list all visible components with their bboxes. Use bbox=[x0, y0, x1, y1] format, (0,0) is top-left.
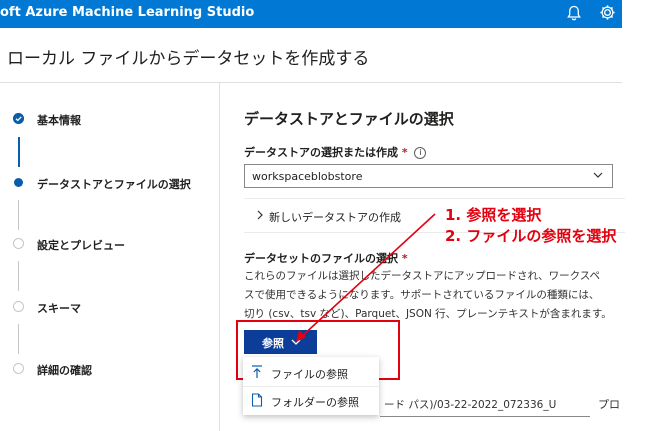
page-title: ローカル ファイルからデータセットを作成する bbox=[7, 49, 370, 69]
pending-step-circle-icon bbox=[13, 301, 24, 312]
chevron-down-icon bbox=[593, 172, 603, 178]
step-label: 設定とプレビュー bbox=[37, 239, 125, 252]
step-connector bbox=[18, 137, 20, 167]
files-label-text: データセットのファイルの選択 bbox=[244, 252, 398, 265]
app-header: oft Azure Machine Learning Studio bbox=[0, 0, 622, 28]
upload-icon bbox=[252, 365, 262, 378]
divider bbox=[219, 83, 220, 431]
chevron-right-icon bbox=[257, 210, 263, 220]
annotation-step-2: 2. ファイルの参照を選択 bbox=[445, 227, 617, 245]
step-label: データストアとファイルの選択 bbox=[37, 178, 191, 191]
checkmark-icon bbox=[13, 113, 24, 124]
step-connector bbox=[18, 261, 19, 291]
annotation-step-1: 1. 参照を選択 bbox=[445, 206, 542, 224]
window-edge bbox=[622, 0, 652, 431]
datastore-field-label: データストアの選択または作成 * i bbox=[244, 144, 427, 160]
browse-path-link[interactable]: プロ bbox=[598, 396, 620, 412]
info-icon[interactable]: i bbox=[414, 147, 427, 159]
browse-menu: ファイルの参照 フォルダーの参照 bbox=[243, 357, 379, 415]
step-connector bbox=[18, 324, 19, 354]
step-label: 基本情報 bbox=[37, 114, 81, 127]
app-title: oft Azure Machine Learning Studio bbox=[0, 5, 255, 20]
section-title: データストアとファイルの選択 bbox=[244, 110, 454, 128]
step-label: スキーマ bbox=[37, 302, 81, 315]
new-datastore-label: 新しいデータストアの作成 bbox=[269, 211, 401, 224]
upload-path-value: ード パス)/03-22-2022_072336_U bbox=[384, 399, 557, 411]
required-mark: * bbox=[401, 252, 408, 265]
upload-path-field[interactable]: ード パス)/03-22-2022_072336_U bbox=[380, 392, 590, 417]
files-field-label: データセットのファイルの選択 * bbox=[244, 250, 408, 266]
bell-icon[interactable] bbox=[565, 4, 583, 22]
menu-item-label: フォルダーの参照 bbox=[271, 396, 359, 409]
datastore-label-text: データストアの選択または作成 bbox=[244, 146, 398, 159]
step-connector bbox=[18, 200, 19, 230]
files-description: これらのファイルは選択したデータストアにアップロードされ、ワークスペ スで使用で… bbox=[244, 267, 612, 324]
file-icon bbox=[251, 393, 263, 407]
menu-item-label: ファイルの参照 bbox=[271, 368, 348, 381]
pending-step-circle-icon bbox=[13, 238, 24, 249]
pending-step-circle-icon bbox=[13, 363, 24, 374]
current-step-dot-icon bbox=[14, 178, 23, 187]
divider bbox=[0, 82, 622, 83]
description-line: スで使用できるようになります。サポートされているファイルの種類には、 bbox=[244, 289, 600, 301]
required-mark: * bbox=[401, 146, 408, 159]
description-line: これらのファイルは選択したデータストアにアップロードされ、ワークスペ bbox=[244, 270, 601, 282]
datastore-select-value: workspaceblobstore bbox=[252, 170, 363, 183]
gear-icon[interactable] bbox=[598, 3, 617, 22]
step-label: 詳細の確認 bbox=[37, 364, 92, 377]
datastore-select[interactable]: workspaceblobstore bbox=[244, 164, 613, 188]
menu-item-browse-folder[interactable]: フォルダーの参照 bbox=[243, 387, 379, 414]
menu-item-browse-files[interactable]: ファイルの参照 bbox=[243, 359, 379, 386]
